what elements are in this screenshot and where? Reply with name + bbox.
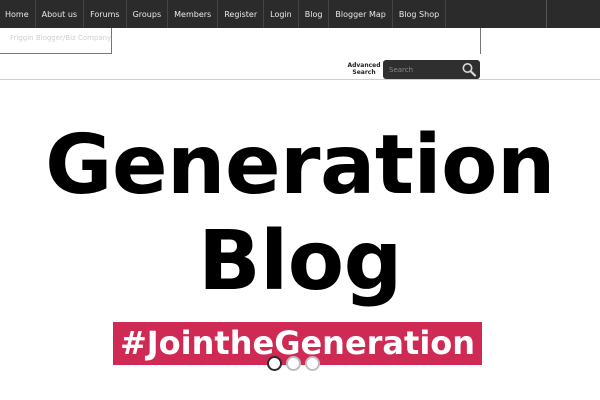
hero-title-line1: Generation (45, 118, 555, 213)
slider-dot-1[interactable] (267, 356, 282, 371)
advanced-search-link[interactable]: Advanced Search (346, 62, 382, 76)
hero-title-line2: Blog (198, 214, 402, 309)
sub-nav-dropdown[interactable]: Friggin Blogger/Biz Company (0, 28, 112, 54)
sub-nav-divider (480, 28, 481, 54)
nav-about-us[interactable]: About us (36, 0, 85, 28)
nav-blogger-map[interactable]: Blogger Map (329, 0, 393, 28)
top-navigation: Home About us Forums Groups Members Regi… (0, 0, 600, 28)
nav-home[interactable]: Home (0, 0, 36, 28)
search-input[interactable] (387, 63, 457, 76)
search-button[interactable] (460, 61, 478, 78)
hero-title: Generation Blog (0, 118, 600, 310)
search-box (383, 60, 480, 79)
search-icon (462, 63, 477, 77)
nav-groups[interactable]: Groups (127, 0, 169, 28)
nav-blog-shop[interactable]: Blog Shop (393, 0, 447, 28)
nav-blog[interactable]: Blog (299, 0, 330, 28)
header-divider (0, 79, 600, 80)
sub-nav-faded-text: Friggin Blogger/Biz Company (10, 34, 112, 42)
nav-forums[interactable]: Forums (84, 0, 127, 28)
slider-dot-2[interactable] (286, 356, 301, 371)
slider-dot-3[interactable] (305, 356, 320, 371)
nav-filler (546, 0, 600, 28)
sub-navigation-bar: Friggin Blogger/Biz Company (0, 28, 600, 54)
nav-members[interactable]: Members (168, 0, 219, 28)
nav-register[interactable]: Register (218, 0, 265, 28)
slider-dots (267, 356, 320, 372)
nav-login[interactable]: Login (264, 0, 299, 28)
